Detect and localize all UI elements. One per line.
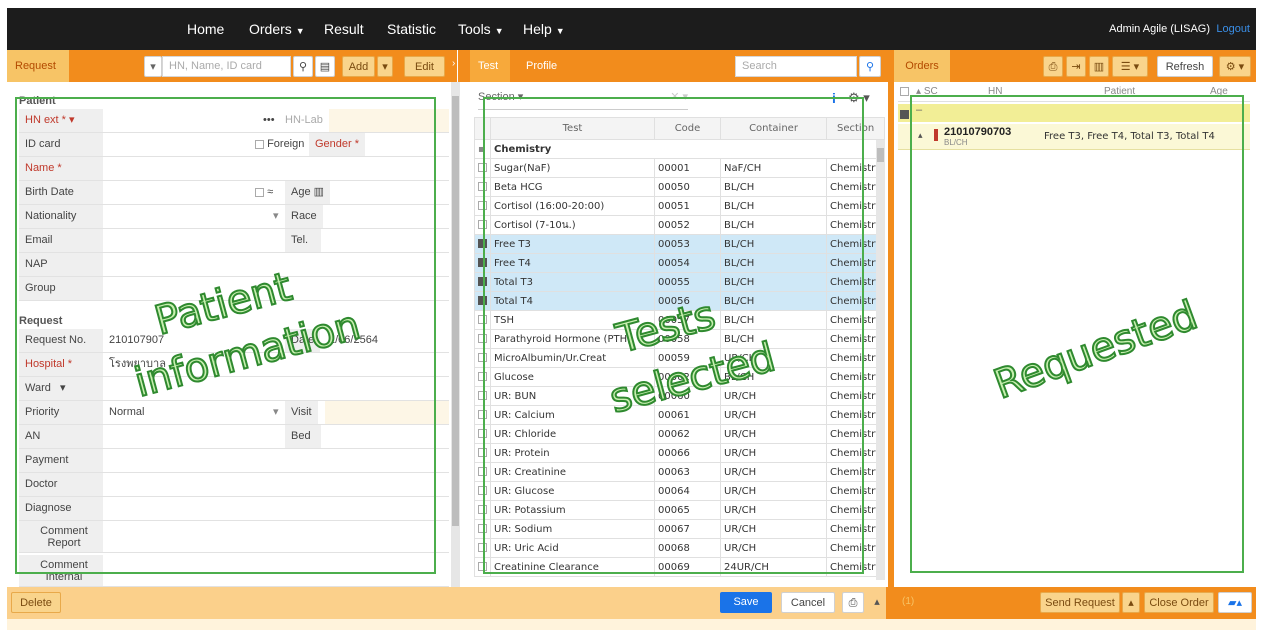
barcode-icon[interactable]: ▥ <box>1089 56 1109 77</box>
save-button[interactable]: Save <box>720 592 772 613</box>
add-button[interactable]: Add <box>342 56 375 77</box>
user-name: Admin Agile (LISAG) <box>1109 23 1210 35</box>
edit-button[interactable]: Edit <box>404 56 445 77</box>
footer-strip <box>7 619 1256 630</box>
cancel-button[interactable]: Cancel <box>781 592 835 613</box>
patient-search-input[interactable]: HN, Name, ID card <box>162 56 291 77</box>
nav-result[interactable]: Result <box>324 21 364 37</box>
folder-icon[interactable]: ▰▴ <box>1218 592 1252 613</box>
search-icon[interactable]: ⚲ <box>293 56 313 77</box>
tests-toolbar: Test Profile Search ⚲ <box>458 50 886 82</box>
tests-scrollbar[interactable] <box>876 140 885 580</box>
form-scroll-track[interactable] <box>451 82 460 587</box>
close-order-button[interactable]: Close Order <box>1144 592 1214 613</box>
request-footer: Delete <box>7 587 451 619</box>
form-scroll-thumb[interactable] <box>452 96 459 526</box>
tab-profile[interactable]: Profile <box>518 50 565 82</box>
print-icon[interactable]: ⎙ <box>1043 56 1063 77</box>
search-type-dropdown[interactable]: ▾ <box>144 56 162 77</box>
nav-help[interactable]: Help ▼ <box>523 21 565 37</box>
caret-down-icon: ▼ <box>295 26 305 36</box>
settings-gear-icon[interactable]: ⚙ ▾ <box>1219 56 1251 77</box>
orders-toolbar: Orders ⎙ ⇥ ▥ ☰ ▾ Refresh ⚙ ▾ <box>894 50 1256 82</box>
nav-orders-label: Orders <box>249 21 292 37</box>
checkbox-icon <box>900 86 909 96</box>
caret-down-icon: ▼ <box>555 26 565 36</box>
logout-link[interactable]: Logout <box>1216 23 1250 35</box>
tests-scrollbar-thumb[interactable] <box>877 148 884 162</box>
nav-orders[interactable]: Orders ▼ <box>249 21 305 37</box>
tab-request[interactable]: Request <box>7 50 69 82</box>
nav-home[interactable]: Home <box>187 21 224 37</box>
search-icon[interactable]: ⚲ <box>859 56 881 77</box>
nav-tools-label: Tools <box>458 21 491 37</box>
expand-up-icon[interactable]: ▴ <box>870 592 884 613</box>
tests-footer: Save Cancel ⎙ ▴ <box>451 587 886 619</box>
checkbox-icon <box>900 109 909 119</box>
nav-tools[interactable]: Tools ▼ <box>458 21 504 37</box>
nav-help-label: Help <box>523 21 552 37</box>
caret-down-icon: ▼ <box>494 26 504 36</box>
request-toolbar: Request ▾ HN, Name, ID card ⚲ ▤ Add ▾ Ed… <box>7 50 451 82</box>
order-checkbox[interactable] <box>900 108 909 120</box>
print-icon[interactable]: ⎙ <box>842 592 864 613</box>
nav-statistic[interactable]: Statistic <box>387 21 436 37</box>
delete-button[interactable]: Delete <box>11 592 61 613</box>
orders-count: (1) <box>902 596 915 607</box>
top-navigation: Home Orders ▼ Result Statistic Tools ▼ Hel… <box>7 8 1256 50</box>
tab-orders[interactable]: Orders <box>894 50 950 82</box>
test-search-input[interactable]: Search <box>735 56 857 77</box>
refresh-button[interactable]: Refresh <box>1157 56 1213 77</box>
select-all-checkbox[interactable] <box>900 86 909 97</box>
send-request-dropdown-icon[interactable]: ▴ <box>1122 592 1140 613</box>
tab-test[interactable]: Test <box>470 50 510 82</box>
export-icon[interactable]: ⇥ <box>1066 56 1086 77</box>
id-card-icon[interactable]: ▤ <box>315 56 335 77</box>
list-menu-icon[interactable]: ☰ ▾ <box>1112 56 1148 77</box>
add-dropdown-icon[interactable]: ▾ <box>377 56 393 77</box>
orders-footer: (1) Send Request ▴ Close Order ▰▴ <box>894 587 1256 619</box>
send-request-button[interactable]: Send Request <box>1040 592 1120 613</box>
